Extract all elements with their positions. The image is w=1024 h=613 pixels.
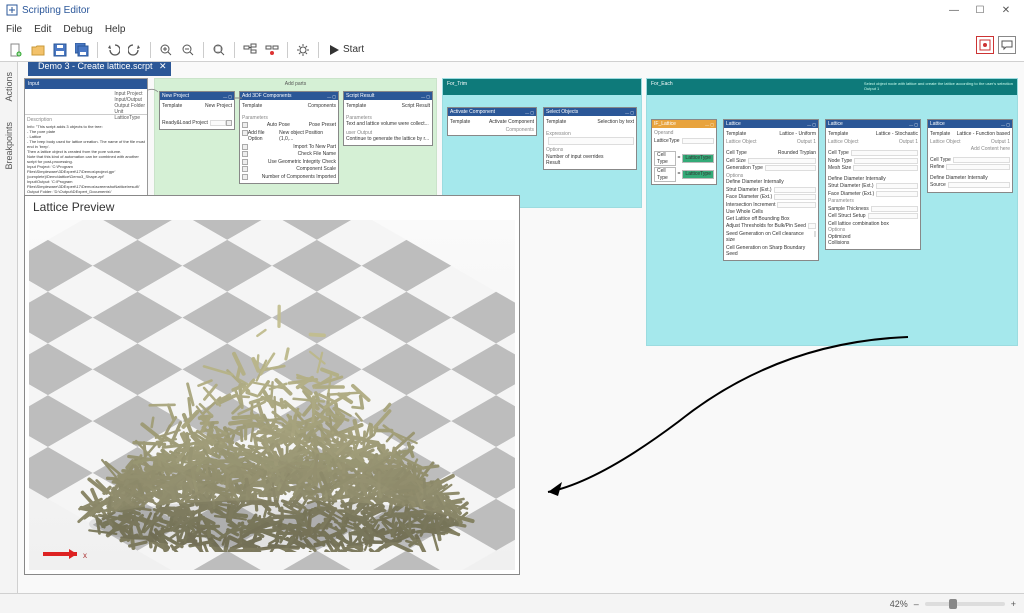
node-lattice-stochastic[interactable]: Lattice— ▢ TemplateLattice - Stochastic … <box>825 119 921 250</box>
preview-title: Lattice Preview <box>25 196 519 218</box>
lattice-mesh <box>69 256 479 552</box>
zone-header-2: For_Each Select object node with lattice… <box>647 79 1017 95</box>
svg-text:x: x <box>83 551 87 560</box>
redo-button[interactable] <box>125 40 145 60</box>
node-select-objects[interactable]: Select Objects— ▢ TemplateSelection by t… <box>543 107 637 170</box>
zoom-fit-button[interactable] <box>209 40 229 60</box>
zone-title: Add parts <box>155 79 436 89</box>
info-description: Description Info: "This script adds 3 ob… <box>25 115 147 201</box>
axis-indicator-icon: x <box>35 532 95 562</box>
close-tab-icon[interactable]: ✕ <box>159 62 167 72</box>
preview-viewport[interactable]: x <box>29 220 515 570</box>
stop-breakpoint-button[interactable] <box>262 40 282 60</box>
node-script-result[interactable]: Script Result— ▢ TemplateScript Result P… <box>343 91 433 146</box>
toolbar: Start <box>0 38 1024 62</box>
zoom-slider[interactable] <box>925 602 1005 606</box>
window-title: Scripting Editor <box>22 5 90 16</box>
menu-edit[interactable]: Edit <box>34 24 51 35</box>
menu-bar: File Edit Debug Help <box>0 20 1024 38</box>
side-tab-strip: Actions Breakpoints <box>0 62 18 593</box>
open-file-button[interactable] <box>28 40 48 60</box>
chat-icon[interactable] <box>998 36 1016 54</box>
play-icon <box>328 44 340 56</box>
top-right-icons <box>976 36 1016 54</box>
save-button[interactable] <box>50 40 70 60</box>
zoom-out-small[interactable]: – <box>914 599 919 609</box>
settings-button[interactable] <box>293 40 313 60</box>
undo-button[interactable] <box>103 40 123 60</box>
lattice-preview-panel: Lattice Preview x <box>24 195 520 575</box>
node-add-components[interactable]: Add 3DF Components— ▢ TemplateComponents… <box>239 91 339 184</box>
script-info-panel: Input Input ProjectInput/Output Output F… <box>24 78 148 208</box>
minimize-button[interactable]: — <box>942 2 966 18</box>
document-tab[interactable]: Demo 3 - Create lattice.scrpt ✕ <box>28 62 171 76</box>
zoom-in-button[interactable] <box>156 40 176 60</box>
title-bar: Scripting Editor — ☐ ✕ <box>0 0 1024 20</box>
error-indicator-icon[interactable] <box>976 36 994 54</box>
node-activate-component[interactable]: Activate Component— ▢ TemplateActivate C… <box>447 107 537 136</box>
side-tab-actions[interactable]: Actions <box>2 62 16 112</box>
app-icon <box>6 4 18 16</box>
menu-file[interactable]: File <box>6 24 22 35</box>
menu-debug[interactable]: Debug <box>63 24 92 35</box>
node-lattice-uniform[interactable]: Lattice— ▢ TemplateLattice - Uniform Lat… <box>723 119 819 261</box>
node-lattice-function[interactable]: Lattice— ▢ TemplateLattice - Function ba… <box>927 119 1013 193</box>
zone-for-each: For_Each Select object node with lattice… <box>646 78 1018 346</box>
layout-button[interactable] <box>240 40 260 60</box>
info-header: Input <box>25 79 147 89</box>
status-bar: 42% – + <box>0 593 1024 613</box>
zoom-out-button[interactable] <box>178 40 198 60</box>
new-file-button[interactable] <box>6 40 26 60</box>
info-meta: Input ProjectInput/Output Output FolderU… <box>25 89 147 115</box>
zone-for-trim: For_Trim Activate Component— ▢ TemplateA… <box>442 78 642 208</box>
zoom-in-small[interactable]: + <box>1011 599 1016 609</box>
close-button[interactable]: ✕ <box>994 2 1018 18</box>
node-if-lattice[interactable]: IF_Lattice— ▢ Operand LatticeType Cell T… <box>651 119 717 185</box>
save-all-button[interactable] <box>72 40 92 60</box>
zoom-level: 42% <box>890 599 908 609</box>
zone-header: For_Trim <box>443 79 641 95</box>
start-button[interactable]: Start <box>324 44 368 56</box>
start-label: Start <box>343 44 364 55</box>
maximize-button[interactable]: ☐ <box>968 2 992 18</box>
document-tab-label: Demo 3 - Create lattice.scrpt <box>38 62 153 71</box>
node-new-project[interactable]: New Project— ▢ TemplateNew Project Ready… <box>159 91 235 130</box>
arrow-annotation <box>538 332 918 512</box>
menu-help[interactable]: Help <box>105 24 126 35</box>
side-tab-breakpoints[interactable]: Breakpoints <box>2 112 16 180</box>
zone-add-parts: Add parts New Project— ▢ TemplateNew Pro… <box>154 78 437 208</box>
